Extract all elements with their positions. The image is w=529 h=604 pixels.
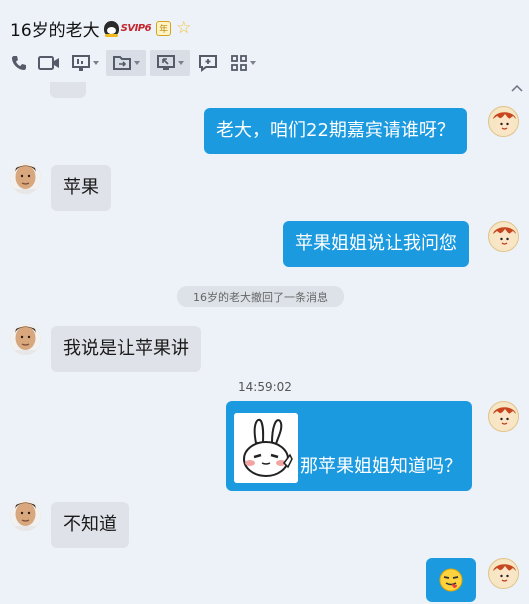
contact-message-bubble[interactable]: 我说是让苹果讲	[51, 326, 201, 372]
contact-avatar[interactable]	[10, 500, 41, 531]
message-text: 老大，咱们22期嘉宾请谁呀？	[216, 120, 455, 141]
video-call-icon	[38, 56, 59, 70]
svip-badge[interactable]: SVIP6	[103, 21, 152, 37]
send-file-icon	[113, 56, 131, 70]
voice-call-button[interactable]	[8, 50, 30, 76]
send-file-button[interactable]	[106, 50, 146, 76]
contact-avatar[interactable]	[10, 324, 41, 355]
apps-icon	[231, 55, 247, 71]
partial-message-bubble	[50, 82, 86, 98]
chevron-down-icon	[178, 61, 184, 65]
my-avatar[interactable]	[488, 221, 519, 252]
title-row: 16岁的老大 SVIP6 年 ☆	[10, 16, 191, 42]
message-text: 苹果姐姐说让我问您	[295, 233, 457, 254]
new-discussion-button[interactable]	[194, 50, 222, 76]
chevron-down-icon	[250, 61, 256, 65]
my-message-bubble[interactable]: 苹果姐姐说让我问您	[283, 221, 469, 267]
person-avatar-icon	[10, 500, 41, 531]
contact-avatar[interactable]	[10, 163, 41, 194]
phone-icon	[12, 56, 26, 70]
annual-badge: 年	[156, 21, 172, 36]
new-discussion-icon	[199, 55, 217, 72]
cartoon-avatar-icon	[489, 222, 518, 251]
chat-header: 16岁的老大 SVIP6 年 ☆	[0, 0, 529, 82]
message-text: 不知道	[63, 514, 117, 535]
bunny-sticker-icon	[234, 413, 298, 483]
bunny-sticker[interactable]	[234, 413, 298, 483]
remote-desktop-button[interactable]	[150, 50, 190, 76]
chevron-up-icon[interactable]	[511, 84, 523, 92]
video-call-button[interactable]	[34, 50, 64, 76]
star-icon[interactable]: ☆	[176, 20, 191, 37]
person-avatar-icon	[10, 163, 41, 194]
cartoon-avatar-icon	[489, 402, 518, 431]
message-text: 那苹果姐姐知道吗？	[300, 456, 462, 477]
my-message-bubble[interactable]: 那苹果姐姐知道吗？	[226, 401, 472, 491]
cartoon-avatar-icon	[489, 559, 518, 588]
contact-message-bubble[interactable]: 不知道	[51, 502, 129, 548]
screen-share-icon	[72, 55, 90, 71]
my-avatar[interactable]	[488, 106, 519, 137]
person-avatar-icon	[10, 324, 41, 355]
my-message-bubble[interactable]: 老大，咱们22期嘉宾请谁呀？	[204, 108, 467, 154]
qq-penguin-icon	[103, 21, 119, 37]
screen-share-button[interactable]	[68, 50, 102, 76]
tongue-out-emoji-icon	[439, 568, 463, 592]
contact-name[interactable]: 16岁的老大	[10, 16, 100, 41]
recall-notice: 16岁的老大撤回了一条消息	[177, 286, 344, 307]
my-avatar[interactable]	[488, 558, 519, 589]
chevron-down-icon	[93, 61, 99, 65]
my-message-bubble[interactable]	[426, 558, 476, 602]
remote-desktop-icon	[157, 55, 175, 70]
message-timestamp: 14:59:02	[238, 380, 292, 394]
apps-button[interactable]	[226, 50, 260, 76]
cartoon-avatar-icon	[489, 107, 518, 136]
svip-level-label: SVIP6	[120, 23, 152, 34]
message-text: 苹果	[63, 177, 99, 198]
contact-message-bubble[interactable]: 苹果	[51, 165, 111, 211]
message-text: 我说是让苹果讲	[63, 338, 189, 359]
chat-toolbar	[8, 50, 264, 76]
my-avatar[interactable]	[488, 401, 519, 432]
chevron-down-icon	[134, 61, 140, 65]
